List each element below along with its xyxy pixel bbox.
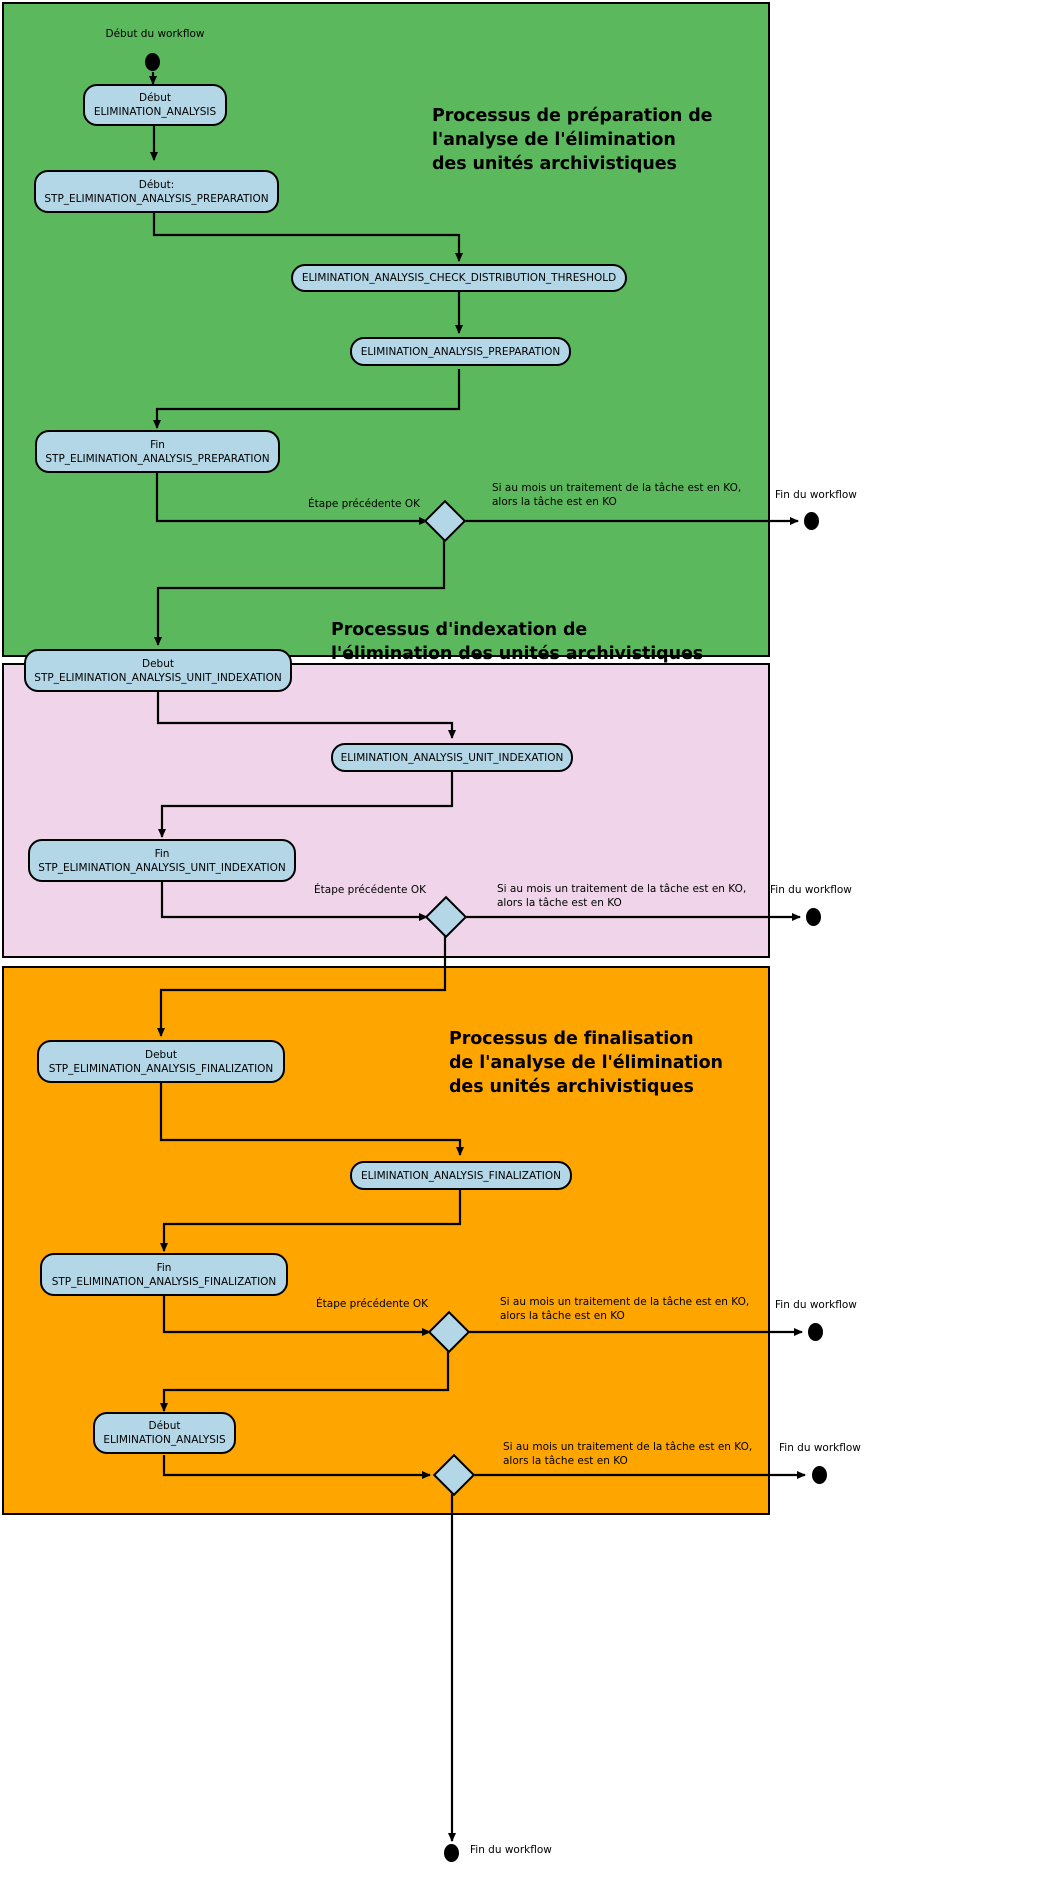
- node-line1: Debut: [142, 657, 174, 670]
- node-line2: STP_ELIMINATION_ANALYSIS_UNIT_INDEXATION: [38, 861, 286, 874]
- node-line2: STP_ELIMINATION_ANALYSIS_UNIT_INDEXATION: [34, 671, 282, 684]
- node-line2: STP_ELIMINATION_ANALYSIS_FINALIZATION: [48, 1062, 274, 1075]
- edge-label-fin-workflow-preparation: Fin du workflow: [775, 489, 857, 501]
- node-fin-stp-preparation[interactable]: Fin STP_ELIMINATION_ANALYSIS_PREPARATION: [35, 430, 280, 473]
- end-node-preparation: [804, 512, 819, 530]
- node-line2: STP_ELIMINATION_ANALYSIS_FINALIZATION: [51, 1275, 277, 1288]
- node-line1: ELIMINATION_ANALYSIS_CHECK_DISTRIBUTION_…: [301, 272, 617, 284]
- edge-label-fin-workflow-final: Fin du workflow: [779, 1442, 861, 1454]
- node-line1: ELIMINATION_ANALYSIS_PREPARATION: [360, 345, 561, 358]
- node-debut-elimination-analysis[interactable]: Début ELIMINATION_ANALYSIS: [83, 84, 227, 126]
- edge-label-fin-workflow-bottom: Fin du workflow: [470, 1844, 552, 1856]
- node-line1: Début:: [138, 178, 175, 191]
- node-debut-stp-preparation[interactable]: Début: STP_ELIMINATION_ANALYSIS_PREPARAT…: [34, 170, 279, 213]
- edge-label-ko-finalization: Si au mois un traitement de la tâche est…: [500, 1296, 750, 1322]
- node-line2: STP_ELIMINATION_ANALYSIS_PREPARATION: [45, 452, 270, 465]
- end-node-workflow: [444, 1844, 459, 1862]
- node-line1: Debut: [145, 1048, 177, 1061]
- node-line1: Fin: [156, 1261, 172, 1274]
- edge-label-etape-ok-indexation: Étape précédente OK: [314, 884, 426, 896]
- node-debut-stp-unit-indexation[interactable]: Debut STP_ELIMINATION_ANALYSIS_UNIT_INDE…: [24, 649, 292, 692]
- start-node: [145, 53, 160, 71]
- edge-label-ko-preparation: Si au mois un traitement de la tâche est…: [492, 482, 742, 508]
- workflow-diagram: Processus de préparation de l'analyse de…: [0, 0, 1037, 1886]
- node-elimination-analysis-finalization[interactable]: ELIMINATION_ANALYSIS_FINALIZATION: [350, 1161, 572, 1190]
- node-line1: ELIMINATION_ANALYSIS_FINALIZATION: [361, 1169, 561, 1182]
- node-line1: Fin: [150, 438, 165, 451]
- start-workflow-label: Début du workflow: [105, 28, 205, 40]
- node-elimination-analysis-unit-indexation[interactable]: ELIMINATION_ANALYSIS_UNIT_INDEXATION: [331, 743, 573, 772]
- node-line2: STP_ELIMINATION_ANALYSIS_PREPARATION: [44, 192, 269, 205]
- edge-label-ko-indexation: Si au mois un traitement de la tâche est…: [497, 883, 747, 909]
- end-node-indexation: [806, 908, 821, 926]
- node-line1: Début: [148, 1420, 181, 1432]
- end-node-finalization: [808, 1323, 823, 1341]
- node-fin-stp-finalization[interactable]: Fin STP_ELIMINATION_ANALYSIS_FINALIZATIO…: [40, 1253, 288, 1296]
- node-line1: Fin: [154, 847, 170, 860]
- node-check-distribution-threshold[interactable]: ELIMINATION_ANALYSIS_CHECK_DISTRIBUTION_…: [291, 264, 627, 292]
- node-debut-stp-finalization[interactable]: Debut STP_ELIMINATION_ANALYSIS_FINALIZAT…: [37, 1040, 285, 1083]
- node-line1: ELIMINATION_ANALYSIS_UNIT_INDEXATION: [340, 751, 564, 764]
- edge-label-fin-workflow-indexation: Fin du workflow: [770, 884, 852, 896]
- node-line2: ELIMINATION_ANALYSIS: [93, 106, 217, 118]
- node-line1: Début: [139, 92, 171, 104]
- edge-label-ko-final: Si au mois un traitement de la tâche est…: [503, 1441, 753, 1467]
- node-elimination-analysis-preparation[interactable]: ELIMINATION_ANALYSIS_PREPARATION: [350, 337, 571, 366]
- end-node-final: [812, 1466, 827, 1484]
- node-debut-elimination-analysis-final[interactable]: Début ELIMINATION_ANALYSIS: [93, 1412, 236, 1454]
- node-fin-stp-unit-indexation[interactable]: Fin STP_ELIMINATION_ANALYSIS_UNIT_INDEXA…: [28, 839, 296, 882]
- edge-label-etape-ok-preparation: Étape précédente OK: [308, 498, 420, 510]
- edge-label-etape-ok-finalization: Étape précédente OK: [316, 1298, 428, 1310]
- node-line2: ELIMINATION_ANALYSIS: [103, 1434, 226, 1446]
- edge-label-fin-workflow-finalization: Fin du workflow: [775, 1299, 857, 1311]
